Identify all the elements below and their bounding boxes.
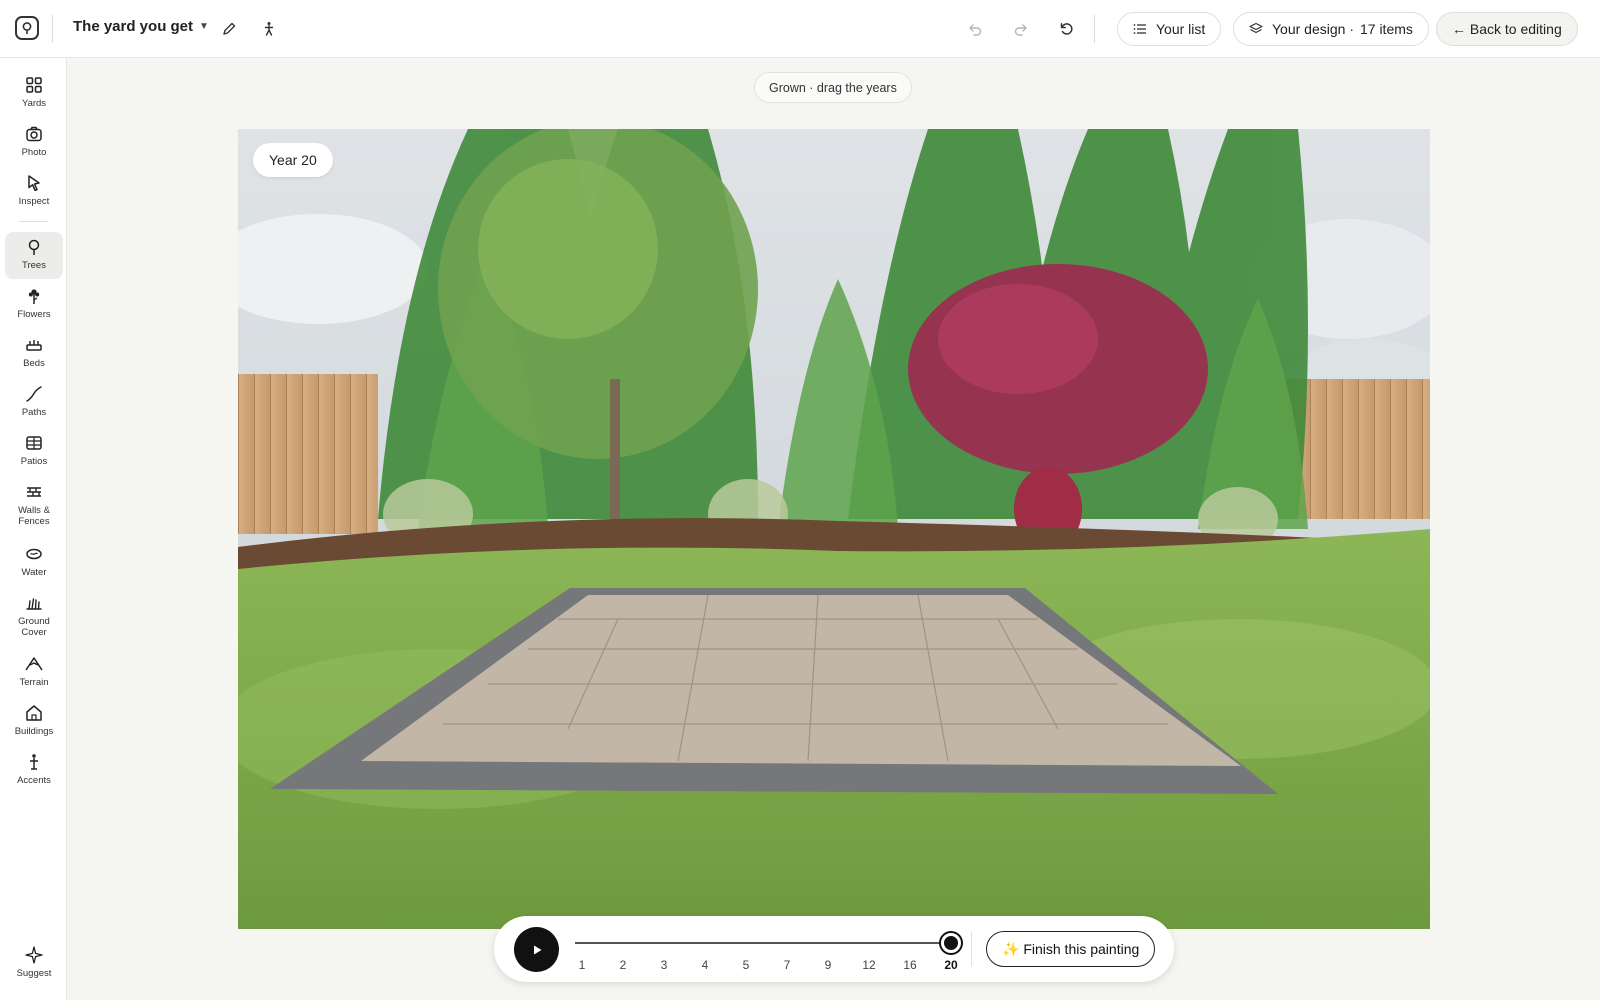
redo-icon[interactable] [1009,17,1033,41]
patio-icon [26,436,42,450]
sidebar-item-label: Flowers [17,309,51,320]
project-title-dropdown[interactable]: The yard you get ▼ [73,18,209,35]
sidebar-item-patios[interactable]: Patios [5,428,63,468]
year-tick-4[interactable]: 4 [702,958,709,972]
sidebar-item-label: Walls & Fences [18,505,50,527]
rename-pencil-icon[interactable] [217,17,241,41]
suggest-label: Suggest [16,968,52,979]
sidebar-item-label: Terrain [19,677,49,688]
sidebar-item-label: Photo [21,147,47,158]
your-design-button[interactable]: Your design · 17 items [1233,12,1429,46]
sidebar-item-water[interactable]: Water [5,539,63,579]
divider [52,15,53,43]
cursor-icon [28,175,40,192]
sidebar-item-terrain[interactable]: Terrain [5,649,63,689]
hint-text: Grown · drag the years [769,80,897,95]
year-tick-16[interactable]: 16 [903,958,916,972]
path-icon [26,386,42,402]
terrain-icon [25,657,43,671]
year-tick-9[interactable]: 9 [825,958,832,972]
sidebar-item-label: Yards [21,98,47,109]
camera-icon [26,126,42,142]
timeline-track-fill [575,942,951,944]
sidebar-item-yards[interactable]: Yards [5,70,63,110]
year-tick-20[interactable]: 20 [944,958,957,972]
back-to-editing-button[interactable]: ← Back to editing [1436,12,1578,46]
sidebar-item-accents[interactable]: Accents [5,747,63,787]
year-tick-1[interactable]: 1 [579,958,586,972]
divider [971,932,972,966]
sparkle-icon [25,946,43,964]
year-timeline: 1 2 3 4 5 7 9 12 16 20 ✨ Finish this painting [494,916,1174,982]
watercolor-scene [238,129,1430,929]
sidebar-item-beds[interactable]: Beds [5,330,63,370]
sidebar-item-label: Accents [17,775,51,786]
sidebar-item-label: Ground Cover [18,616,50,638]
undo-icon[interactable] [963,17,987,41]
year-tick-5[interactable]: 5 [743,958,750,972]
yard-painting[interactable] [238,129,1430,929]
timeline-track[interactable] [575,942,951,944]
grid-icon [26,77,42,93]
sidebar-item-photo[interactable]: Photo [5,119,63,159]
sidebar-item-trees[interactable]: Trees [5,232,63,279]
sidebar-item-paths[interactable]: Paths [5,379,63,419]
year-tick-7[interactable]: 7 [784,958,791,972]
accent-icon [30,754,38,770]
tool-sidebar: Yards Photo Inspect Trees Flowers Beds P… [0,58,67,1000]
grass-icon [26,598,42,610]
year-badge-label: Year 20 [269,152,317,168]
sidebar-item-label: Beds [23,358,45,369]
divider [1094,15,1095,43]
layers-icon [1249,22,1263,34]
top-bar: The yard you get ▼ Your list Your design… [0,0,1600,58]
finish-painting-button[interactable]: ✨ Finish this painting [986,931,1156,967]
list-icon [1133,24,1146,34]
play-button[interactable] [514,927,559,972]
sidebar-item-label: Buildings [14,726,54,737]
chevron-down-icon: ▼ [199,21,209,32]
year-tick-12[interactable]: 12 [862,958,875,972]
sidebar-item-inspect[interactable]: Inspect [5,168,63,208]
tree-icon [28,239,40,255]
back-label: ← Back to editing [1452,21,1562,37]
your-list-label: Your list [1156,21,1206,37]
year-tick-2[interactable]: 2 [620,958,627,972]
sidebar-item-label: Patios [20,456,48,467]
person-walk-icon[interactable] [257,17,281,41]
year-badge: Year 20 [253,143,333,177]
fence-icon [27,487,41,497]
sidebar-item-label: Trees [22,260,46,271]
your-list-button[interactable]: Your list [1117,12,1222,46]
suggest-button[interactable]: Suggest [5,940,63,980]
app-logo-icon[interactable] [15,16,39,40]
sidebar-item-buildings[interactable]: Buildings [5,698,63,738]
sidebar-divider [19,221,48,222]
sidebar-item-ground-cover[interactable]: Ground Cover [5,588,63,639]
sidebar-item-label: Inspect [18,196,50,207]
water-icon [26,548,42,560]
sidebar-item-walls-fences[interactable]: Walls & Fences [5,477,63,528]
sidebar-item-flowers[interactable]: Flowers [5,281,63,321]
finish-label: ✨ Finish this painting [1002,940,1140,957]
sidebar-item-label: Paths [21,407,47,418]
play-icon [533,945,541,954]
year-tick-3[interactable]: 3 [661,958,668,972]
item-count: 17 items [1359,21,1413,37]
drag-years-hint: Grown · drag the years [754,72,912,103]
project-title: The yard you get [73,18,194,35]
house-icon [26,705,42,721]
sidebar-item-label: Water [21,567,47,578]
timeline-thumb[interactable] [941,933,961,953]
your-design-label: Your design · [1272,21,1354,37]
flower-icon [28,289,40,304]
bed-icon [26,340,42,351]
reset-icon[interactable] [1055,17,1079,41]
